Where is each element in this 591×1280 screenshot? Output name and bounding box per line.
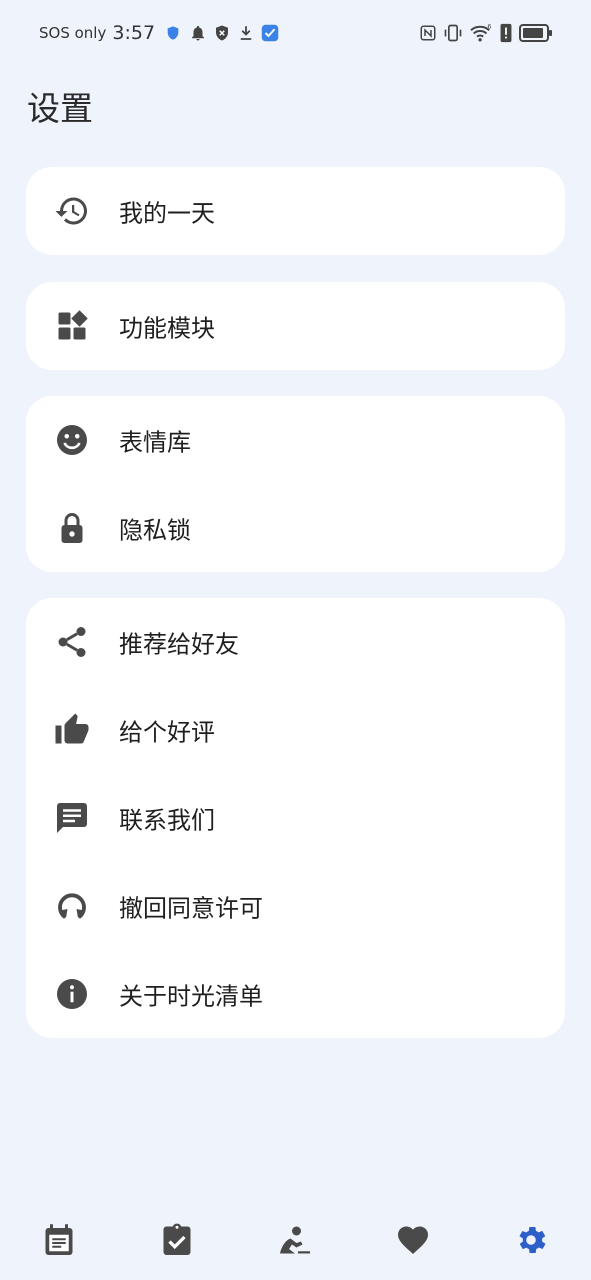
- setting-label: 联系我们: [119, 806, 215, 835]
- shield-icon: [165, 24, 183, 42]
- nfc-icon: [419, 24, 437, 42]
- nav-reading-person-icon[interactable]: [275, 1220, 315, 1260]
- setting-modules[interactable]: 功能模块: [26, 282, 565, 370]
- bottom-nav: [0, 1200, 591, 1280]
- info-icon: [54, 976, 90, 1012]
- history-icon: [54, 193, 90, 229]
- setting-label: 给个好评: [119, 718, 215, 747]
- smiley-icon: [54, 422, 90, 458]
- setting-label: 关于时光清单: [119, 982, 263, 1011]
- alert-icon: [499, 23, 513, 43]
- download-icon: [237, 24, 255, 42]
- card-misc: 推荐给好友 给个好评 联系我们 撤回同意许可 关于时光清单: [26, 598, 565, 1038]
- card-modules: 功能模块: [26, 282, 565, 370]
- setting-emoji-library[interactable]: 表情库: [26, 396, 565, 484]
- thumb-up-icon: [54, 712, 90, 748]
- sos-text: SOS only: [39, 24, 107, 42]
- status-left: SOS only 3:57: [39, 21, 279, 45]
- setting-label: 我的一天: [119, 199, 215, 228]
- widgets-icon: [54, 308, 90, 344]
- share-icon: [54, 624, 90, 660]
- card-emoji-privacy: 表情库 隐私锁: [26, 396, 565, 572]
- setting-label: 撤回同意许可: [119, 894, 263, 923]
- vibrate-icon: [443, 23, 463, 43]
- restart-icon: [54, 888, 90, 924]
- setting-label: 推荐给好友: [119, 630, 239, 659]
- nav-gear-icon[interactable]: [511, 1220, 551, 1260]
- setting-label: 隐私锁: [119, 516, 191, 545]
- clock: 3:57: [112, 22, 156, 44]
- status-bar: SOS only 3:57 6: [0, 0, 591, 66]
- card-my-day: 我的一天: [26, 167, 565, 255]
- setting-about[interactable]: 关于时光清单: [26, 950, 565, 1038]
- block-icon: [213, 24, 231, 42]
- setting-revoke-consent[interactable]: 撤回同意许可: [26, 862, 565, 950]
- battery-icon: [519, 23, 553, 43]
- app-badge-icon: [261, 24, 279, 42]
- setting-privacy-lock[interactable]: 隐私锁: [26, 484, 565, 572]
- nav-heart-icon[interactable]: [393, 1220, 433, 1260]
- setting-label: 功能模块: [119, 314, 215, 343]
- nav-calendar-note-icon[interactable]: [39, 1220, 79, 1260]
- lock-icon: [54, 510, 90, 546]
- nav-clipboard-check-icon[interactable]: [157, 1220, 197, 1260]
- setting-label: 表情库: [119, 428, 191, 457]
- message-icon: [54, 800, 90, 836]
- setting-contact[interactable]: 联系我们: [26, 774, 565, 862]
- setting-rate[interactable]: 给个好评: [26, 686, 565, 774]
- setting-share[interactable]: 推荐给好友: [26, 598, 565, 686]
- svg-text:6: 6: [487, 23, 491, 30]
- setting-my-day[interactable]: 我的一天: [26, 167, 565, 255]
- wifi-6-icon: 6: [469, 23, 493, 43]
- page-title: 设置: [27, 89, 93, 128]
- bell-icon: [189, 24, 207, 42]
- status-right: 6: [419, 22, 553, 44]
